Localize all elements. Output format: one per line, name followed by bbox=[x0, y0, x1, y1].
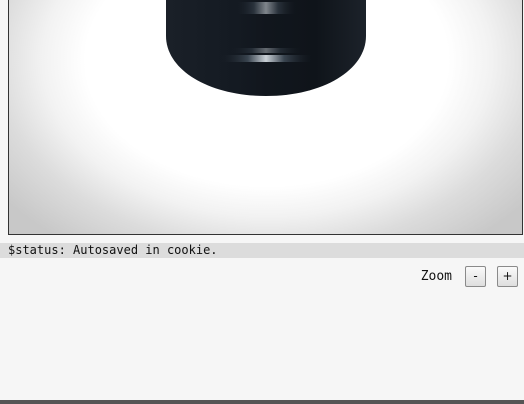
zoom-controls: Zoom - + bbox=[421, 265, 518, 287]
zoom-label: Zoom bbox=[420, 268, 452, 284]
top-highlight bbox=[236, 2, 296, 14]
bottom-border bbox=[0, 400, 524, 404]
render-canvas bbox=[166, 0, 366, 96]
zoom-out-button[interactable]: - bbox=[465, 265, 486, 287]
middle-highlight-faint bbox=[231, 48, 301, 53]
status-bar: $status: Autosaved in cookie. bbox=[0, 243, 524, 258]
zoom-in-button[interactable]: + bbox=[497, 265, 518, 287]
render-viewport[interactable] bbox=[8, 0, 523, 235]
middle-highlight bbox=[221, 55, 311, 62]
app-page: $status: Autosaved in cookie. Zoom - + bbox=[0, 0, 524, 404]
